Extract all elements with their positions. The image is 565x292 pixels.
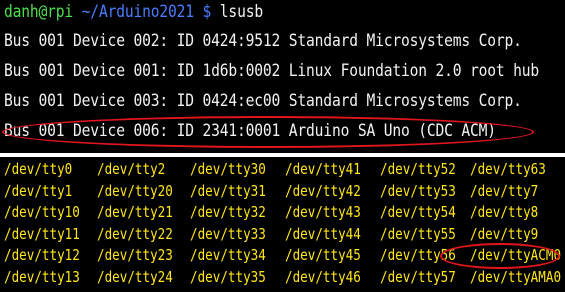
dev-entry: /dev/tty10 (4, 203, 80, 221)
dev-entry: /dev/tty23 (97, 246, 173, 264)
dev-entry: /dev/ttyAMA0 (470, 267, 562, 286)
prompt-symbol: $ (202, 2, 212, 22)
lsusb-line-arduino: Bus 001 Device 006: ID 2341:0001 Arduino… (4, 121, 496, 141)
terminal-lsusb-output: danh@rpi ~/Arduino2021 $ lsusb Bus 001 D… (0, 0, 565, 153)
dev-entry: /dev/tty0 (4, 160, 73, 178)
dev-entry: /dev/tty8 (470, 203, 539, 221)
terminal-dev-listing: /dev/tty0/dev/tty1/dev/tty10/dev/tty11/d… (0, 157, 565, 292)
dev-entry: /dev/tty20 (97, 181, 173, 200)
dev-column: /dev/tty2/dev/tty20/dev/tty21/dev/tty22 /… (97, 159, 190, 288)
screenshot-frame: danh@rpi ~/Arduino2021 $ lsusb Bus 001 D… (0, 0, 565, 292)
dev-column: /dev/tty30/dev/tty31/dev/tty32/dev/tty33… (190, 159, 285, 288)
dev-entry: /dev/tty54 (380, 203, 456, 221)
dev-entry: /dev/tty9 (470, 224, 539, 243)
dev-column: /dev/tty0/dev/tty1/dev/tty10/dev/tty11/d… (4, 159, 97, 288)
dev-entry: /dev/ttyACM0 (470, 246, 562, 264)
dev-entry: /dev/tty41 (285, 160, 361, 178)
dev-entry: /dev/tty1 (4, 181, 73, 200)
dev-entry: /dev/tty63 (470, 160, 546, 178)
dev-entry: /dev/tty22 (97, 224, 173, 243)
dev-entry: /dev/tty32 (190, 203, 266, 221)
dev-entry: /dev/tty46 (285, 267, 361, 286)
dev-columns: /dev/tty0/dev/tty1/dev/tty10/dev/tty11/d… (4, 159, 565, 288)
lsusb-line: Bus 001 Device 002: ID 0424:9512 Standar… (4, 31, 522, 51)
dev-column: /dev/tty52/dev/tty53/dev/tty54/dev/tty55… (380, 159, 470, 288)
dev-entry: /dev/tty24 (97, 267, 173, 286)
dev-entry: /dev/tty13 (4, 267, 80, 286)
lsusb-line: Bus 001 Device 003: ID 0424:ec00 Standar… (4, 91, 522, 111)
dev-entry: /dev/tty11 (4, 224, 80, 243)
lsusb-line: Bus 001 Device 001: ID 1d6b:0002 Linux F… (4, 61, 540, 81)
dev-entry: /dev/tty30 (190, 160, 266, 178)
dev-entry: /dev/tty34 (190, 246, 266, 264)
dev-entry: /dev/tty44 (285, 224, 361, 243)
dev-column: /dev/tty63/dev/tty7/dev/tty8/dev/tty9/de… (470, 159, 565, 288)
dev-entry: /dev/tty21 (97, 203, 173, 221)
dev-entry: /dev/tty2 (97, 160, 166, 178)
prompt-path: ~/Arduino2021 (81, 2, 194, 22)
dev-entry: /dev/tty43 (285, 203, 361, 221)
prompt-line: danh@rpi ~/Arduino2021 $ lsusb (4, 1, 263, 23)
dev-entry: /dev/tty33 (190, 224, 266, 243)
dev-entry: /dev/tty31 (190, 181, 266, 200)
dev-entry: /dev/tty12 (4, 246, 80, 264)
dev-entry: /dev/tty57 (380, 267, 456, 286)
dev-entry: /dev/tty35 (190, 267, 266, 286)
dev-column: /dev/tty41/dev/tty42/dev/tty43/dev/tty44… (285, 159, 380, 288)
dev-entry: /dev/tty52 (380, 160, 456, 178)
prompt-user: danh@rpi (4, 2, 74, 22)
dev-entry: /dev/tty56 (380, 246, 456, 264)
dev-entry: /dev/tty55 (380, 224, 456, 243)
dev-entry: /dev/tty53 (380, 181, 456, 200)
dev-entry: /dev/tty45 (285, 246, 361, 264)
prompt-command: lsusb (219, 2, 263, 22)
dev-entry: /dev/tty7 (470, 181, 539, 200)
dev-entry: /dev/tty42 (285, 181, 361, 200)
